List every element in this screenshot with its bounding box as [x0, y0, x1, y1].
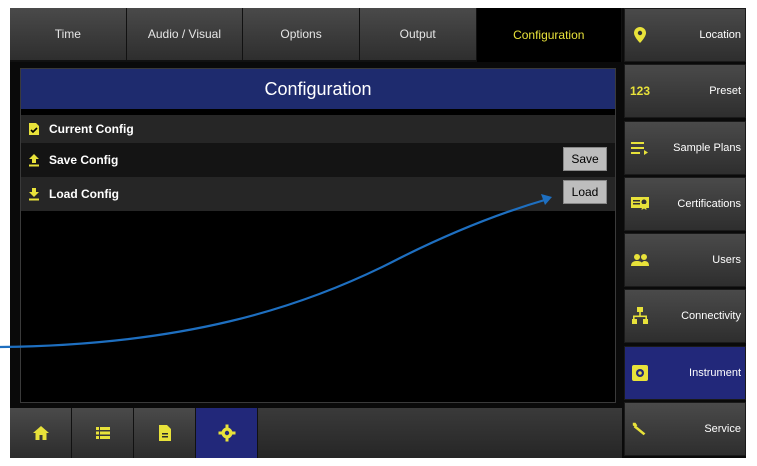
load-config-label: Load Config: [49, 187, 119, 201]
list-icon: [95, 427, 110, 439]
configuration-panel: Configuration Current Config Save Config…: [20, 68, 616, 403]
sidebar-item-label: Service: [704, 423, 741, 436]
location-pin-icon: [631, 26, 649, 44]
wrench-icon: [631, 420, 649, 438]
save-button[interactable]: Save: [563, 147, 607, 171]
home-icon: [32, 426, 49, 440]
download-icon: [27, 187, 41, 201]
preset-123-icon: 123: [629, 84, 651, 99]
sidebar-item-label: Certifications: [677, 197, 741, 210]
document-icon: [158, 425, 171, 441]
sidebar-item-connectivity[interactable]: Connectivity: [624, 289, 746, 344]
bottom-bar-empty-area: [258, 408, 622, 458]
sidebar-item-label: Users: [712, 254, 741, 267]
document-button[interactable]: [134, 408, 196, 458]
load-button[interactable]: Load: [563, 180, 607, 204]
current-config-row[interactable]: Current Config: [21, 115, 615, 143]
users-icon: [631, 251, 649, 269]
sample-plans-icon: [631, 139, 649, 157]
certificate-icon: [631, 195, 649, 213]
bottom-nav-bar: [10, 408, 622, 458]
tab-configuration[interactable]: Configuration: [476, 8, 623, 62]
sidebar-item-users[interactable]: Users: [624, 233, 746, 288]
current-config-icon: [27, 122, 41, 136]
sidebar-item-preset[interactable]: 123 Preset: [624, 64, 746, 119]
tab-options[interactable]: Options: [243, 8, 360, 62]
sidebar-item-sample-plans[interactable]: Sample Plans: [624, 120, 746, 175]
current-config-label: Current Config: [49, 122, 134, 136]
sidebar-item-label: Connectivity: [681, 310, 741, 323]
device-screen: Time Audio / Visual Options Output Confi…: [10, 8, 746, 458]
save-config-row[interactable]: Save Config Save: [21, 143, 615, 177]
settings-button[interactable]: [196, 408, 258, 458]
tab-output[interactable]: Output: [359, 8, 477, 62]
sidebar-item-instrument[interactable]: Instrument: [624, 345, 746, 400]
sidebar-item-certifications[interactable]: Certifications: [624, 176, 746, 231]
save-config-label: Save Config: [49, 153, 119, 167]
upload-icon: [27, 153, 41, 167]
top-tab-bar: Time Audio / Visual Options Output Confi…: [10, 8, 623, 62]
sidebar-item-service[interactable]: Service: [624, 402, 746, 457]
sidebar-item-location[interactable]: Location: [624, 8, 746, 62]
gear-icon: [218, 424, 235, 442]
tab-time[interactable]: Time: [10, 8, 127, 62]
sidebar-item-label: Sample Plans: [673, 141, 741, 154]
network-icon: [631, 307, 649, 325]
sidebar-item-label: Location: [699, 29, 741, 41]
panel-title: Configuration: [21, 69, 615, 109]
home-button[interactable]: [10, 408, 72, 458]
instrument-gear-icon: [631, 364, 649, 382]
sidebar-item-label: Instrument: [689, 366, 741, 379]
sidebar-item-label: Preset: [709, 85, 741, 98]
right-sidebar: Location 123 Preset Sample Plans Certifi…: [624, 8, 746, 458]
load-config-row[interactable]: Load Config Load: [21, 177, 615, 211]
list-button[interactable]: [72, 408, 134, 458]
tab-audio-visual[interactable]: Audio / Visual: [126, 8, 244, 62]
